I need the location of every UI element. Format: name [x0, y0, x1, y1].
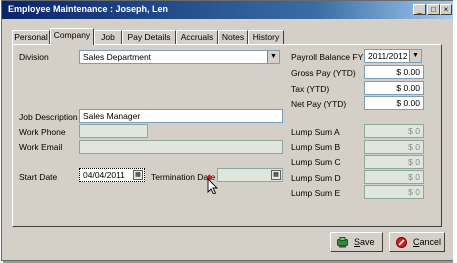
lump-sum-b-input[interactable]: $ 0	[364, 140, 424, 154]
save-icon	[337, 237, 348, 248]
termination-date-input[interactable]: ▦	[217, 168, 283, 182]
work-email-input[interactable]	[79, 140, 283, 154]
division-label: Division	[19, 52, 49, 62]
maximize-button[interactable]: □	[427, 4, 440, 15]
tax-label: Tax (YTD)	[291, 84, 330, 94]
tab-personal[interactable]: Personal	[12, 30, 50, 44]
division-value: Sales Department	[83, 52, 152, 62]
close-button[interactable]: ×	[440, 4, 452, 15]
work-email-label: Work Email	[19, 142, 63, 152]
save-label: Save	[354, 237, 375, 247]
gross-pay-input[interactable]: $ 0.00	[364, 65, 424, 79]
lump-sum-a-label: Lump Sum A	[291, 127, 340, 137]
division-select[interactable]: Sales Department ▼	[79, 50, 280, 64]
window-title: Employee Maintenance : Joseph, Len	[8, 4, 169, 14]
cancel-label: Cancel	[413, 237, 442, 247]
calendar-icon[interactable]: ▦	[133, 170, 143, 180]
work-phone-input[interactable]	[79, 124, 148, 138]
tab-accruals[interactable]: Accruals	[176, 30, 218, 44]
lump-sum-d-label: Lump Sum D	[291, 173, 341, 183]
minimize-button[interactable]: _	[413, 4, 426, 15]
minimize-icon: _	[417, 5, 422, 14]
save-button[interactable]: Save	[330, 232, 383, 252]
tab-notes[interactable]: Notes	[218, 30, 248, 44]
lump-sum-e-label: Lump Sum E	[291, 188, 341, 198]
tab-pay-details[interactable]: Pay Details	[122, 30, 176, 44]
lump-sum-c-label: Lump Sum C	[291, 157, 341, 167]
lump-sum-c-input[interactable]: $ 0	[364, 155, 424, 169]
payroll-balance-fy-select[interactable]: 2011/2012 ▼	[364, 49, 422, 63]
payroll-balance-fy-label: Payroll Balance FY	[291, 52, 364, 62]
chevron-down-icon[interactable]: ▼	[267, 51, 279, 63]
tab-job[interactable]: Job	[94, 30, 122, 44]
company-tab-panel: Division Sales Department ▼ Job Descript…	[12, 44, 442, 227]
title-bar[interactable]: Employee Maintenance : Joseph, Len _ □ ×	[2, 1, 453, 19]
close-icon: ×	[443, 5, 449, 14]
job-description-label: Job Description	[19, 112, 78, 122]
chevron-down-icon[interactable]: ▼	[409, 50, 421, 62]
job-description-input[interactable]: Sales Manager	[79, 109, 283, 123]
cancel-icon	[396, 237, 407, 248]
work-phone-label: Work Phone	[19, 127, 66, 137]
gross-pay-label: Gross Pay (YTD)	[291, 68, 356, 78]
payroll-balance-fy-value: 2011/2012	[368, 51, 408, 61]
lump-sum-d-input[interactable]: $ 0	[364, 170, 424, 184]
maximize-icon: □	[431, 5, 436, 14]
net-pay-input[interactable]: $ 0.00	[364, 96, 424, 110]
net-pay-label: Net Pay (YTD)	[291, 99, 347, 109]
tab-company[interactable]: Company	[50, 28, 94, 45]
mouse-pointer-icon	[206, 176, 219, 194]
screen-edge	[453, 0, 457, 263]
lump-sum-a-input[interactable]: $ 0	[364, 124, 424, 138]
start-date-input[interactable]: 04/04/2011 ▦	[79, 168, 145, 182]
lump-sum-e-input[interactable]: $ 0	[364, 185, 424, 199]
tax-input[interactable]: $ 0.00	[364, 81, 424, 95]
start-date-label: Start Date	[19, 172, 58, 182]
lump-sum-b-label: Lump Sum B	[291, 142, 341, 152]
tab-history[interactable]: History	[248, 30, 284, 44]
employee-maintenance-window: Employee Maintenance : Joseph, Len _ □ ×…	[1, 0, 454, 261]
cancel-button[interactable]: Cancel	[389, 232, 445, 252]
start-date-value: 04/04/2011	[83, 170, 125, 180]
calendar-icon[interactable]: ▦	[271, 170, 281, 180]
